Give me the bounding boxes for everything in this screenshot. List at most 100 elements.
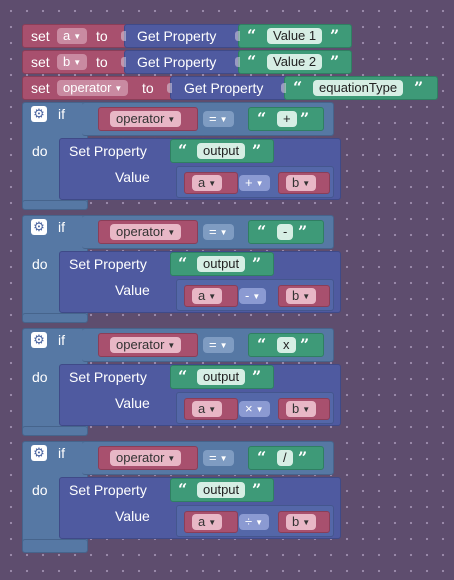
left-operand-dropdown[interactable]: a ▼ (192, 514, 223, 530)
to-keyword: to (142, 80, 154, 96)
open-quote-icon: “ (257, 109, 267, 128)
close-quote-icon: ” (252, 254, 262, 273)
variable-dropdown[interactable]: b ▼ (57, 54, 88, 70)
left-operand-dropdown[interactable]: a ▼ (192, 401, 223, 417)
open-quote-icon: “ (257, 448, 267, 467)
close-quote-icon: ” (252, 480, 262, 499)
compare-text-field[interactable]: / (277, 450, 293, 466)
right-operand-dropdown[interactable]: b ▼ (286, 175, 317, 191)
open-quote-icon: “ (178, 367, 188, 386)
math-operator-dropdown[interactable]: × ▼ (239, 401, 270, 417)
set-keyword: set (31, 54, 50, 70)
chevron-down-icon: ▼ (114, 84, 123, 93)
close-quote-icon: ” (252, 141, 262, 160)
close-quote-icon: ” (300, 335, 310, 354)
compare-text-field[interactable]: - (277, 224, 294, 240)
close-quote-icon: ” (298, 222, 308, 241)
chevron-down-icon: ▼ (302, 179, 311, 188)
close-quote-icon: ” (300, 109, 310, 128)
do-keyword: do (32, 256, 48, 272)
compare-text-field[interactable]: + (277, 111, 297, 127)
chevron-down-icon: ▼ (219, 454, 228, 463)
open-quote-icon: “ (247, 26, 257, 45)
chevron-down-icon: ▼ (167, 341, 176, 350)
variable-dropdown[interactable]: a ▼ (57, 28, 88, 44)
property-text-field[interactable]: output (197, 369, 246, 385)
comparison-dropdown[interactable]: = ▼ (203, 450, 234, 466)
chevron-down-icon: ▼ (208, 405, 217, 414)
value-label: Value (115, 169, 150, 185)
chevron-down-icon: ▼ (252, 292, 261, 301)
property-text-field[interactable]: Value 2 (267, 54, 323, 70)
chevron-down-icon: ▼ (167, 228, 176, 237)
chevron-down-icon: ▼ (255, 405, 264, 414)
set-keyword: set (31, 80, 50, 96)
operator-variable-dropdown[interactable]: operator ▼ (110, 111, 182, 127)
set-property-label: Set Property (69, 256, 147, 272)
chevron-down-icon: ▼ (219, 341, 228, 350)
if-keyword: if (58, 106, 65, 122)
close-quote-icon: ” (330, 26, 340, 45)
comparison-dropdown[interactable]: = ▼ (203, 111, 234, 127)
chevron-down-icon: ▼ (302, 518, 311, 527)
compare-text-field[interactable]: x (277, 337, 296, 353)
gear-icon[interactable]: ⚙ (31, 219, 47, 235)
do-keyword: do (32, 143, 48, 159)
if-keyword: if (58, 332, 65, 348)
property-text-field[interactable]: output (197, 256, 246, 272)
value-label: Value (115, 395, 150, 411)
comparison-dropdown[interactable]: = ▼ (203, 224, 234, 240)
open-quote-icon: “ (257, 222, 267, 241)
get-property-label: Get Property (137, 54, 217, 70)
left-operand-dropdown[interactable]: a ▼ (192, 175, 223, 191)
right-operand-dropdown[interactable]: b ▼ (286, 514, 317, 530)
comparison-dropdown[interactable]: = ▼ (203, 337, 234, 353)
set-property-label: Set Property (69, 369, 147, 385)
open-quote-icon: “ (257, 335, 267, 354)
chevron-down-icon: ▼ (73, 58, 82, 67)
property-text-field[interactable]: output (197, 143, 246, 159)
property-text-field[interactable]: output (197, 482, 246, 498)
gear-icon[interactable]: ⚙ (31, 445, 47, 461)
math-operator-dropdown[interactable]: + ▼ (239, 175, 270, 191)
do-keyword: do (32, 482, 48, 498)
get-property-label: Get Property (184, 80, 264, 96)
chevron-down-icon: ▼ (167, 454, 176, 463)
math-operator-dropdown[interactable]: ÷ ▼ (239, 514, 270, 530)
right-operand-dropdown[interactable]: b ▼ (286, 288, 317, 304)
chevron-down-icon: ▼ (208, 518, 217, 527)
chevron-down-icon: ▼ (255, 179, 264, 188)
gear-icon[interactable]: ⚙ (31, 332, 47, 348)
right-operand-dropdown[interactable]: b ▼ (286, 401, 317, 417)
left-operand-dropdown[interactable]: a ▼ (192, 288, 223, 304)
property-text-field[interactable]: Value 1 (267, 28, 323, 44)
chevron-down-icon: ▼ (219, 228, 228, 237)
property-text-field[interactable]: equationType (313, 80, 404, 96)
operator-variable-dropdown[interactable]: operator ▼ (110, 224, 182, 240)
set-keyword: set (31, 28, 50, 44)
do-keyword: do (32, 369, 48, 385)
chevron-down-icon: ▼ (255, 518, 264, 527)
operator-variable-dropdown[interactable]: operator ▼ (110, 337, 182, 353)
chevron-down-icon: ▼ (208, 292, 217, 301)
chevron-down-icon: ▼ (208, 179, 217, 188)
chevron-down-icon: ▼ (167, 115, 176, 124)
if-keyword: if (58, 219, 65, 235)
to-keyword: to (96, 54, 108, 70)
open-quote-icon: “ (178, 480, 188, 499)
open-quote-icon: “ (178, 141, 188, 160)
close-quote-icon: ” (298, 448, 308, 467)
set-property-label: Set Property (69, 482, 147, 498)
chevron-down-icon: ▼ (302, 405, 311, 414)
gear-icon[interactable]: ⚙ (31, 106, 47, 122)
value-label: Value (115, 508, 150, 524)
chevron-down-icon: ▼ (219, 115, 228, 124)
set-property-label: Set Property (69, 143, 147, 159)
value-label: Value (115, 282, 150, 298)
close-quote-icon: ” (330, 52, 340, 71)
get-property-label: Get Property (137, 28, 217, 44)
operator-variable-dropdown[interactable]: operator ▼ (110, 450, 182, 466)
variable-dropdown[interactable]: operator ▼ (57, 80, 129, 96)
close-quote-icon: ” (414, 78, 424, 97)
math-operator-dropdown[interactable]: - ▼ (239, 288, 267, 304)
